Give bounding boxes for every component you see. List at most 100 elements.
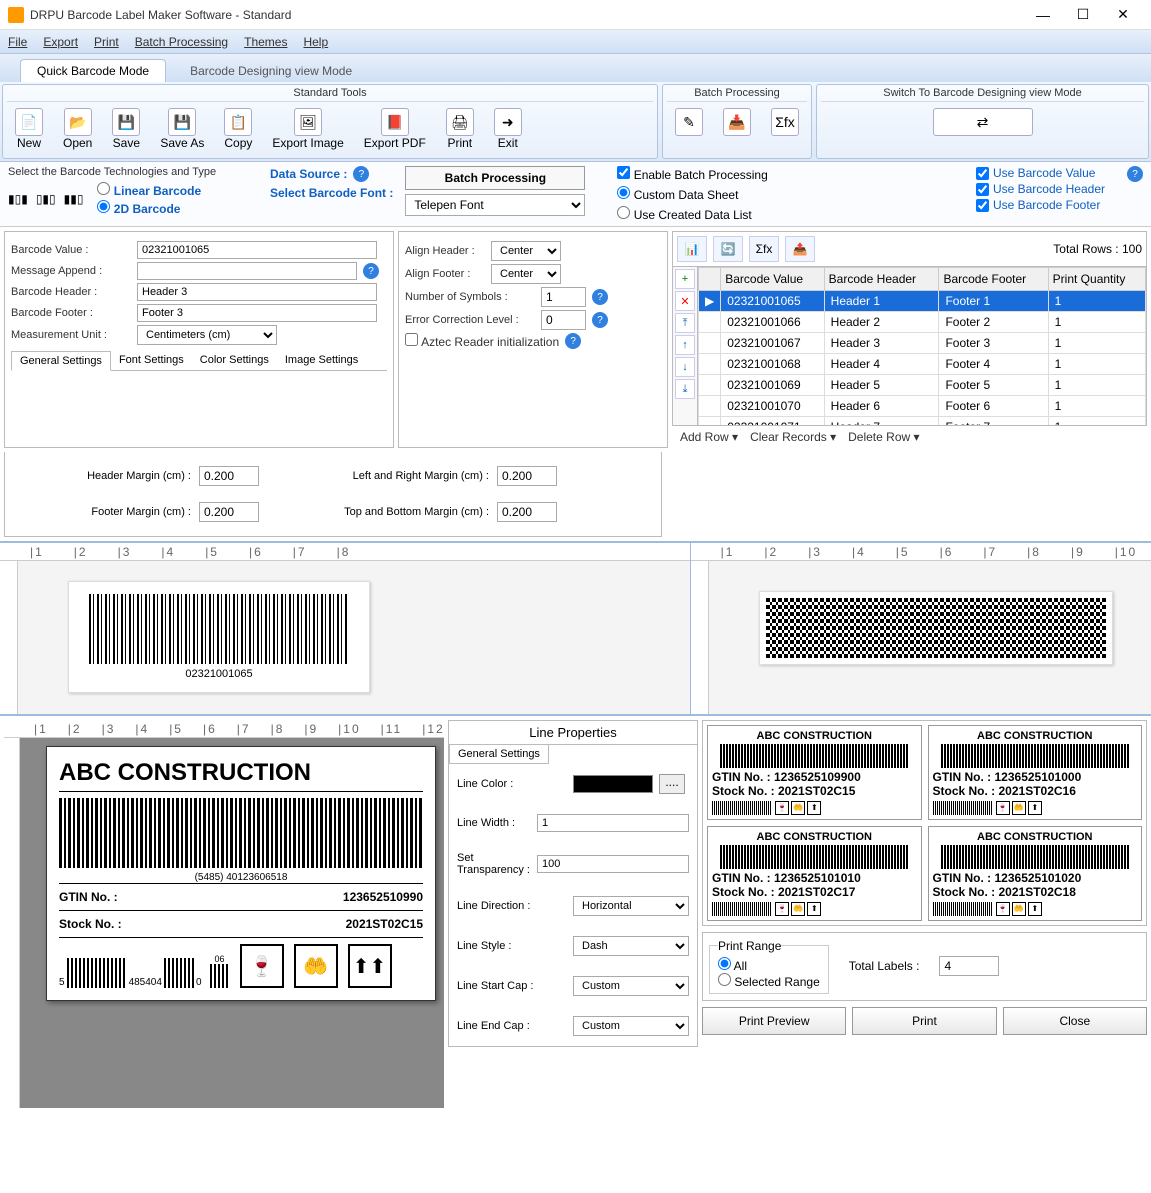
minimize-button[interactable]: — xyxy=(1023,7,1063,23)
tab-font-settings[interactable]: Font Settings xyxy=(111,351,192,370)
col-header[interactable]: Barcode Header xyxy=(824,268,939,291)
use-footer-checkbox[interactable]: Use Barcode Footer xyxy=(976,198,1105,212)
message-append-input[interactable] xyxy=(137,262,357,280)
table-row[interactable]: 02321001067Header 3Footer 31 xyxy=(699,333,1146,354)
unit-select[interactable]: Centimeters (cm) xyxy=(137,325,277,345)
add-row-button[interactable]: + xyxy=(675,269,695,289)
label-card[interactable]: ABC CONSTRUCTION (5485) 40123606518 GTIN… xyxy=(46,746,436,1001)
switch-mode-button[interactable]: ⇄ xyxy=(925,106,1041,138)
use-header-checkbox[interactable]: Use Barcode Header xyxy=(976,182,1105,196)
export-image-button[interactable]: 🖼Export Image xyxy=(264,106,351,152)
new-button[interactable]: 📄New xyxy=(7,106,51,152)
print-selected-radio[interactable]: Selected Range xyxy=(718,975,820,989)
ecc-input[interactable] xyxy=(541,310,586,330)
numsym-help-icon[interactable]: ? xyxy=(592,289,608,305)
save-as-button[interactable]: 💾Save As xyxy=(152,106,212,152)
batch-fx-button[interactable]: Σfx xyxy=(763,106,807,138)
aztec-help-icon[interactable]: ? xyxy=(565,333,581,349)
batch-import-button[interactable]: 📥 xyxy=(715,106,759,138)
add-row-menu[interactable]: Add Row ▾ xyxy=(680,430,738,444)
barcode-value-input[interactable] xyxy=(137,241,377,259)
footer-margin-input[interactable] xyxy=(199,502,259,522)
aztec-checkbox[interactable]: Aztec Reader initialization xyxy=(405,333,559,349)
line-style-select[interactable]: Dash xyxy=(573,936,689,956)
print-thumbnail[interactable]: ABC CONSTRUCTIONGTIN No. : 1236525101020… xyxy=(928,826,1143,921)
align-footer-select[interactable]: Center xyxy=(491,264,561,284)
print-thumbnail[interactable]: ABC CONSTRUCTIONGTIN No. : 1236525101000… xyxy=(928,725,1143,820)
tb-margin-input[interactable] xyxy=(497,502,557,522)
lr-margin-input[interactable] xyxy=(497,466,557,486)
table-row[interactable]: 02321001071Header 7Footer 71 xyxy=(699,417,1146,426)
delete-row-button[interactable]: ✕ xyxy=(675,291,695,311)
barcode-footer-input[interactable] xyxy=(137,304,377,322)
2d-barcode-radio[interactable]: 2D Barcode xyxy=(97,200,201,216)
options-help-icon[interactable]: ? xyxy=(1127,166,1143,182)
tab-image-settings[interactable]: Image Settings xyxy=(277,351,366,370)
export-data-button[interactable]: 📤 xyxy=(785,236,815,262)
print-all-radio[interactable]: All xyxy=(718,959,747,973)
ecc-help-icon[interactable]: ? xyxy=(592,312,608,328)
table-row[interactable]: ▶02321001065Header 1Footer 11 xyxy=(699,291,1146,312)
line-color-swatch[interactable] xyxy=(573,775,653,793)
save-button[interactable]: 💾Save xyxy=(104,106,148,152)
barcode-font-select[interactable]: Telepen Font xyxy=(405,194,585,216)
move-down-button[interactable]: ↓ xyxy=(675,357,695,377)
custom-sheet-radio[interactable]: Custom Data Sheet xyxy=(617,186,767,202)
line-trans-input[interactable] xyxy=(537,855,689,873)
move-top-button[interactable]: ⤒ xyxy=(675,313,695,333)
close-print-button[interactable]: Close xyxy=(1003,1007,1147,1035)
close-button[interactable]: ✕ xyxy=(1103,6,1143,23)
batch-edit-button[interactable]: ✎ xyxy=(667,106,711,138)
delete-row-menu[interactable]: Delete Row ▾ xyxy=(848,430,919,444)
export-pdf-button[interactable]: 📕Export PDF xyxy=(356,106,434,152)
print-preview-button[interactable]: Print Preview xyxy=(702,1007,846,1035)
col-value[interactable]: Barcode Value xyxy=(721,268,824,291)
menu-print[interactable]: Print xyxy=(94,35,119,49)
tab-general-settings[interactable]: General Settings xyxy=(11,351,111,371)
excel-button[interactable]: 📊 xyxy=(677,236,707,262)
table-row[interactable]: 02321001066Header 2Footer 21 xyxy=(699,312,1146,333)
fx-button[interactable]: Σfx xyxy=(749,236,779,262)
line-props-tab[interactable]: General Settings xyxy=(449,745,549,764)
linear-barcode-radio[interactable]: Linear Barcode xyxy=(97,182,201,198)
menu-export[interactable]: Export xyxy=(43,35,78,49)
use-value-checkbox[interactable]: Use Barcode Value xyxy=(976,166,1105,180)
barcode-header-input[interactable] xyxy=(137,283,377,301)
menu-help[interactable]: Help xyxy=(303,35,328,49)
align-header-select[interactable]: Center xyxy=(491,241,561,261)
data-source-help-icon[interactable]: ? xyxy=(353,166,369,182)
move-bottom-button[interactable]: ⤓ xyxy=(675,379,695,399)
num-symbols-input[interactable] xyxy=(541,287,586,307)
created-list-radio[interactable]: Use Created Data List xyxy=(617,206,767,222)
tab-quick-mode[interactable]: Quick Barcode Mode xyxy=(20,59,166,82)
col-footer[interactable]: Barcode Footer xyxy=(939,268,1048,291)
print-action-button[interactable]: Print xyxy=(852,1007,996,1035)
line-start-select[interactable]: Custom xyxy=(573,976,689,996)
exit-button[interactable]: ➜Exit xyxy=(486,106,530,152)
copy-button[interactable]: 📋Copy xyxy=(216,106,260,152)
menu-batch[interactable]: Batch Processing xyxy=(135,35,228,49)
menu-file[interactable]: File xyxy=(8,35,27,49)
move-up-button[interactable]: ↑ xyxy=(675,335,695,355)
print-button[interactable]: 🖨Print xyxy=(438,106,482,152)
line-end-select[interactable]: Custom xyxy=(573,1016,689,1036)
table-row[interactable]: 02321001068Header 4Footer 41 xyxy=(699,354,1146,375)
tab-color-settings[interactable]: Color Settings xyxy=(192,351,277,370)
line-width-input[interactable] xyxy=(537,814,689,832)
print-thumbnail[interactable]: ABC CONSTRUCTIONGTIN No. : 1236525101010… xyxy=(707,826,922,921)
refresh-button[interactable]: 🔄 xyxy=(713,236,743,262)
batch-processing-button[interactable]: Batch Processing xyxy=(405,166,585,190)
enable-batch-checkbox[interactable]: Enable Batch Processing xyxy=(617,166,767,182)
total-labels-input[interactable] xyxy=(939,956,999,976)
table-row[interactable]: 02321001070Header 6Footer 61 xyxy=(699,396,1146,417)
line-dir-select[interactable]: Horizontal xyxy=(573,896,689,916)
print-thumbnail[interactable]: ABC CONSTRUCTIONGTIN No. : 1236525109900… xyxy=(707,725,922,820)
menu-themes[interactable]: Themes xyxy=(244,35,287,49)
table-row[interactable]: 02321001069Header 5Footer 51 xyxy=(699,375,1146,396)
col-qty[interactable]: Print Quantity xyxy=(1048,268,1145,291)
header-margin-input[interactable] xyxy=(199,466,259,486)
line-color-picker-button[interactable]: .... xyxy=(659,774,685,794)
open-button[interactable]: 📂Open xyxy=(55,106,100,152)
clear-records-menu[interactable]: Clear Records ▾ xyxy=(750,430,836,444)
append-help-icon[interactable]: ? xyxy=(363,263,379,279)
